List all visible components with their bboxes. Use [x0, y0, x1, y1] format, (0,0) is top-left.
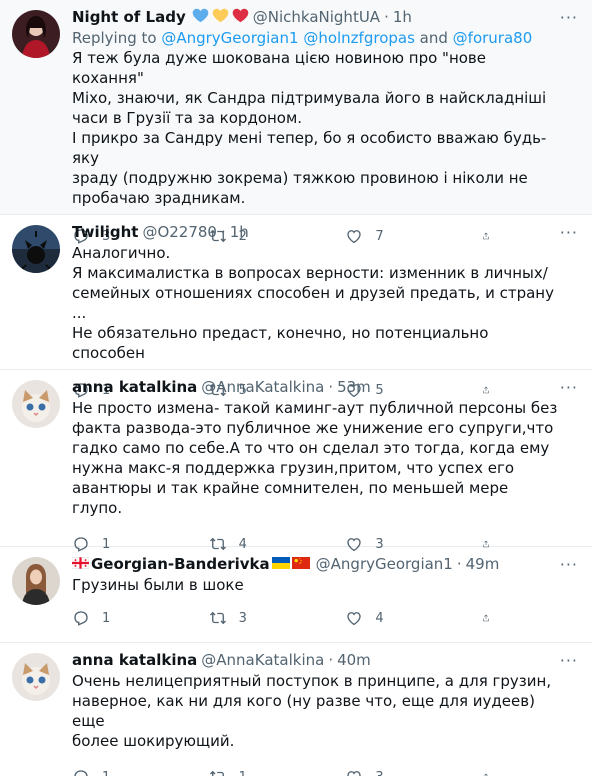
user-handle[interactable]: @AnnaKatalkina — [201, 651, 324, 669]
like-button[interactable]: 4 — [345, 609, 445, 627]
tweet-header: Night of Lady @NichkaNightUA · 1h — [72, 6, 562, 28]
timestamp[interactable]: 1h — [230, 223, 249, 241]
retweet-icon — [209, 609, 227, 627]
retweet-button[interactable]: 3 — [209, 609, 309, 627]
share-icon — [482, 768, 490, 776]
tweet-header: anna katalkina @AnnaKatalkina · 40m — [72, 649, 562, 671]
tweet-text: Очень нелицеприятный поступок в принципе… — [72, 672, 552, 750]
avatar[interactable] — [12, 557, 60, 605]
and-label: and — [414, 29, 453, 47]
reply-icon — [72, 609, 90, 627]
tweet[interactable]: anna katalkina @AnnaKatalkina · 40m Очен… — [0, 643, 592, 776]
tweet[interactable]: Georgian-Banderivka @AngryGeorgian1 · 49… — [0, 547, 592, 643]
more-options-button[interactable]: ··· — [560, 555, 578, 574]
user-handle[interactable]: @NichkaNightUA — [253, 8, 380, 26]
share-button[interactable] — [482, 768, 502, 776]
yellow-heart-icon — [212, 8, 229, 27]
retweet-button[interactable]: 1 — [209, 768, 309, 776]
red-heart-icon — [232, 8, 249, 27]
more-options-button[interactable]: ··· — [560, 223, 578, 242]
like-button[interactable]: 3 — [345, 768, 445, 776]
more-options-button[interactable]: ··· — [560, 8, 578, 27]
reply-button[interactable]: 1 — [72, 609, 172, 627]
avatar-column — [12, 215, 60, 369]
avatar-column — [12, 547, 60, 642]
tweet-body: anna katalkina @AnnaKatalkina · 53m Не п… — [72, 370, 580, 546]
tweet-body: Night of Lady @NichkaNightUA · 1h Replyi… — [72, 0, 580, 214]
reply-icon — [72, 768, 90, 776]
tweet[interactable]: anna katalkina @AnnaKatalkina · 53m Не п… — [0, 370, 592, 547]
tweet-text: Аналогично. Я максималистка в вопросах в… — [72, 244, 554, 362]
heart-icon — [345, 768, 363, 776]
tweet-body: anna katalkina @AnnaKatalkina · 40m Очен… — [72, 643, 580, 776]
ukraine-flag-icon — [271, 555, 290, 573]
retweet-count: 1 — [239, 770, 247, 776]
timestamp[interactable]: 53m — [337, 378, 371, 396]
separator-dot: · — [384, 8, 389, 26]
tweet-text: Грузины были в шоке — [72, 576, 244, 594]
like-count: 4 — [375, 610, 384, 626]
user-handle[interactable]: @AnnaKatalkina — [201, 378, 324, 396]
avatar-column — [12, 370, 60, 546]
separator-dot: · — [328, 651, 334, 669]
reply-button[interactable]: 1 — [72, 768, 172, 776]
reply-count: 1 — [102, 770, 110, 776]
display-name[interactable]: Georgian-Banderivka — [91, 555, 270, 573]
more-options-button[interactable]: ··· — [560, 378, 578, 397]
display-name[interactable]: Night of Lady — [72, 8, 186, 26]
display-name[interactable]: anna katalkina — [72, 378, 197, 396]
tweet-header: Twilight @O22780 · 1h — [72, 221, 562, 243]
tweet[interactable]: Night of Lady @NichkaNightUA · 1h Replyi… — [0, 0, 592, 215]
mention-link[interactable]: @forura80 — [453, 29, 533, 47]
retweet-count: 3 — [238, 610, 247, 626]
timestamp[interactable]: 49m — [466, 555, 500, 573]
avatar-column — [12, 0, 60, 214]
replying-to: Replying to @AngryGeorgian1 @holnzfgropa… — [72, 28, 562, 48]
blue-heart-icon — [192, 8, 209, 27]
replying-to-label: Replying to — [72, 29, 162, 47]
tweet-actions: 1 3 4 — [72, 601, 502, 635]
display-name[interactable]: Twilight — [72, 223, 138, 241]
user-handle[interactable]: @O22780 — [142, 223, 217, 241]
timestamp[interactable]: 1h — [393, 8, 412, 26]
tweet-text: Не просто измена- такой каминг-аут публи… — [72, 399, 558, 517]
mention-link[interactable]: @AngryGeorgian1 — [161, 29, 298, 47]
separator-dot: · — [456, 555, 462, 573]
china-flag-icon — [291, 555, 310, 573]
avatar-column — [12, 643, 60, 776]
separator-dot: · — [328, 378, 334, 396]
display-name[interactable]: anna katalkina — [72, 651, 197, 669]
tweet-header: Georgian-Banderivka @AngryGeorgian1 · 49… — [71, 553, 562, 575]
tweet-text: Я теж була дуже шокована цією новиною пр… — [72, 49, 547, 207]
avatar[interactable] — [12, 225, 60, 273]
mention-link[interactable]: @holnzfgropas — [303, 29, 415, 47]
tweet-header: anna katalkina @AnnaKatalkina · 53m — [72, 376, 562, 398]
tweet-actions: 1 1 3 — [72, 760, 502, 776]
timestamp[interactable]: 40m — [337, 651, 371, 669]
heart-icon — [345, 609, 363, 627]
tweet-body: Georgian-Banderivka @AngryGeorgian1 · 49… — [71, 547, 580, 642]
georgia-flag-icon — [71, 555, 90, 573]
reply-count: 1 — [102, 610, 111, 626]
like-count: 3 — [375, 770, 383, 776]
separator-dot: · — [220, 223, 226, 241]
avatar[interactable] — [12, 653, 60, 701]
retweet-icon — [209, 768, 227, 776]
avatar[interactable] — [12, 380, 60, 428]
share-icon — [482, 609, 490, 627]
tweet[interactable]: Twilight @O22780 · 1h Аналогично. Я макс… — [0, 215, 592, 370]
user-handle[interactable]: @AngryGeorgian1 — [316, 555, 453, 573]
tweet-body: Twilight @O22780 · 1h Аналогично. Я макс… — [72, 215, 580, 369]
more-options-button[interactable]: ··· — [560, 651, 578, 670]
share-button[interactable] — [482, 609, 502, 627]
avatar[interactable] — [12, 10, 60, 58]
